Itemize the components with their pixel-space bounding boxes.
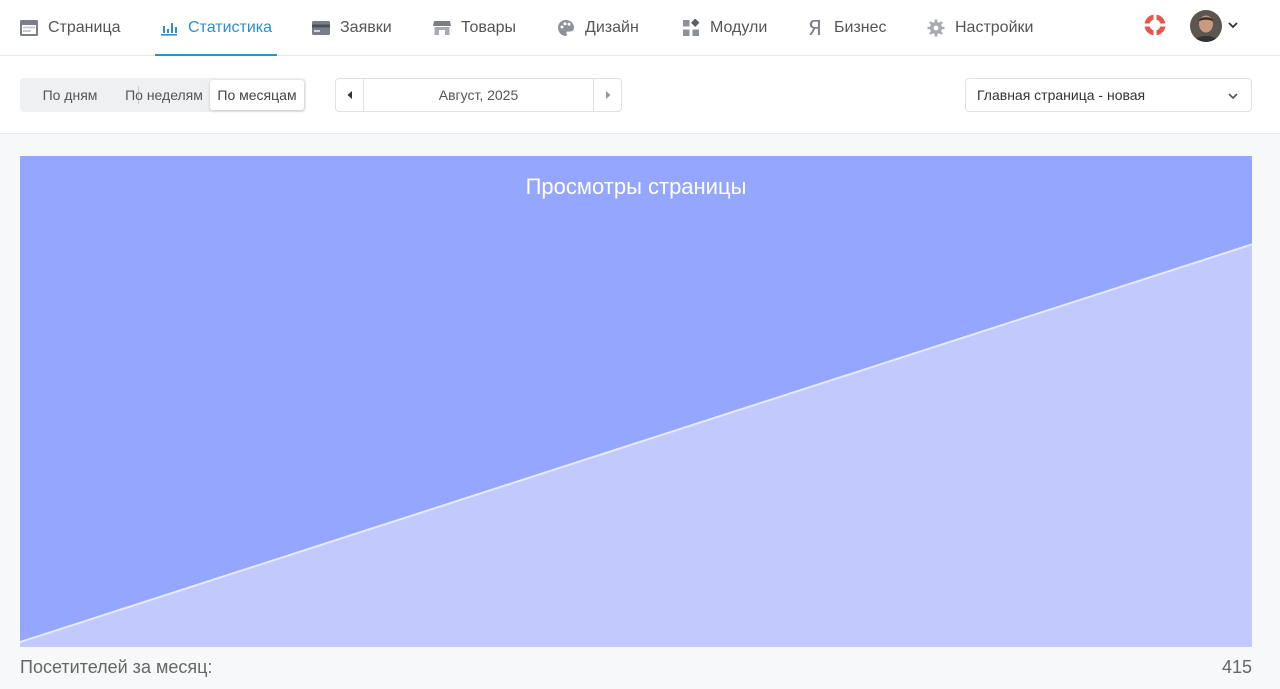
user-avatar[interactable] — [1190, 10, 1222, 42]
nav-item-page[interactable]: Страница — [20, 0, 121, 56]
pageviews-chart: Просмотры страницы — [20, 156, 1252, 647]
period-switcher: По дням По неделям По месяцам — [20, 78, 306, 112]
date-navigator: Август, 2025 — [335, 78, 622, 112]
page-icon — [20, 19, 38, 37]
monthly-visitors-value: 415 — [1221, 657, 1252, 677]
caret-right-icon — [605, 91, 610, 99]
caret-left-icon — [347, 91, 352, 99]
nav-item-stats[interactable]: Статистика — [154, 0, 278, 56]
nav-label: Статистика — [188, 19, 273, 36]
stats-icon — [160, 19, 178, 37]
next-month-button[interactable] — [593, 79, 621, 111]
nav-label: Страница — [48, 19, 121, 36]
help-lifebuoy-icon[interactable] — [1144, 14, 1166, 36]
chevron-down-icon[interactable] — [1227, 18, 1239, 30]
nav-label: Товары — [461, 19, 517, 36]
yandex-icon: Я — [808, 16, 822, 40]
card-icon — [312, 19, 330, 37]
nav-item-requests[interactable]: Заявки — [312, 0, 392, 56]
chart-title: Просмотры страницы — [525, 174, 747, 199]
monthly-visitors-label: Посетителей за месяц: — [20, 657, 213, 677]
period-months-button[interactable]: По месяцам — [210, 80, 304, 110]
nav-label: Настройки — [955, 19, 1034, 36]
gear-icon — [927, 19, 945, 37]
current-period-label: Август, 2025 — [438, 87, 519, 103]
nav-item-modules[interactable]: Модули — [682, 0, 767, 56]
nav-item-settings[interactable]: Настройки — [927, 0, 1033, 56]
nav-label: Дизайн — [585, 19, 639, 36]
prev-month-button[interactable] — [336, 79, 364, 111]
top-nav: Страница Статистика Заявки Товары Дизайн… — [0, 0, 1280, 56]
nav-item-design[interactable]: Дизайн — [557, 0, 639, 56]
nav-item-business[interactable]: Я Бизнес — [806, 0, 887, 56]
page-select[interactable]: Главная страница - новая — [965, 78, 1252, 112]
toolbar: По дням По неделям По месяцам Август, 20… — [0, 56, 1280, 134]
nav-item-products[interactable]: Товары — [433, 0, 516, 56]
palette-icon — [557, 19, 575, 37]
period-weeks-button[interactable]: По неделям — [120, 80, 208, 110]
modules-icon — [682, 19, 700, 37]
nav-label: Модули — [710, 19, 768, 36]
nav-label: Заявки — [340, 19, 392, 36]
page-select-value: Главная страница - новая — [977, 87, 1146, 103]
period-days-button[interactable]: По дням — [22, 80, 118, 110]
chevron-down-icon — [1228, 93, 1238, 100]
chart-canvas — [20, 243, 1252, 647]
nav-label: Бизнес — [834, 19, 887, 36]
store-icon — [433, 19, 451, 37]
